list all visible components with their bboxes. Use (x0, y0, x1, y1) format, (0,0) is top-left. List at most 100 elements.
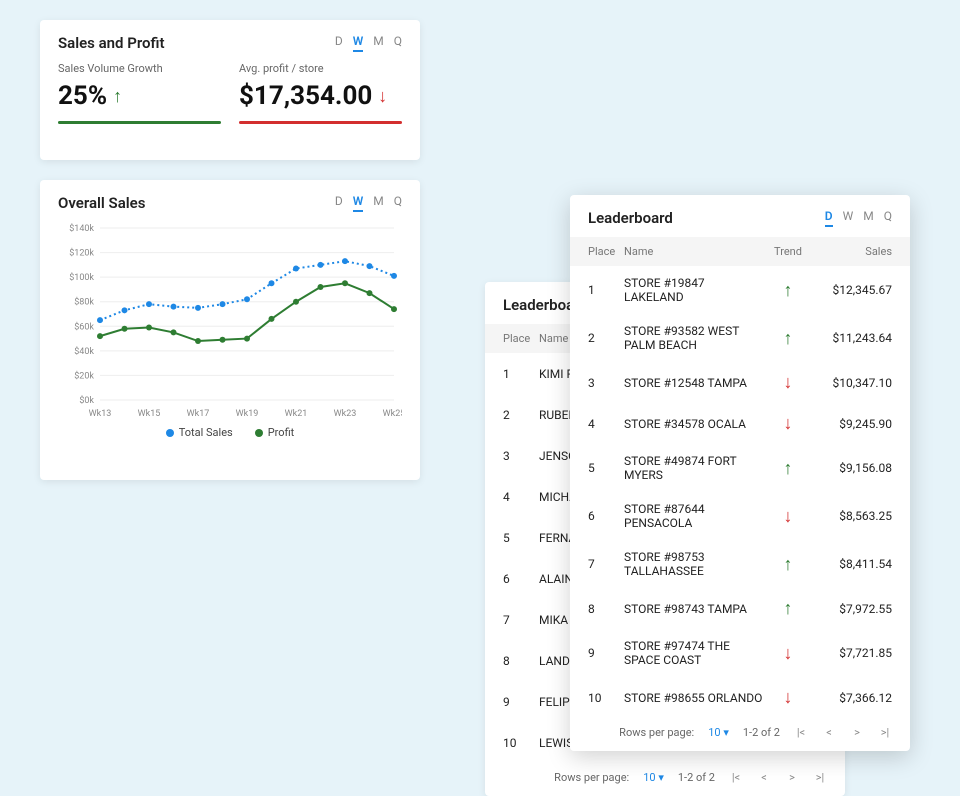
page-prev-icon[interactable]: < (822, 726, 836, 739)
kpi-label: Avg. profit / store (239, 62, 402, 75)
card-title: Leaderboard (588, 209, 673, 227)
cell-sales: $12,345.67 (812, 283, 892, 297)
period-m[interactable]: M (373, 194, 383, 212)
cell-sales: $11,243.64 (812, 331, 892, 345)
svg-text:$100k: $100k (69, 272, 94, 283)
rows-per-page-label: Rows per page: (619, 726, 694, 739)
trend-up-icon: ↑ (784, 328, 793, 349)
period-selector: D W M Q (825, 209, 892, 227)
cell-place: 9 (503, 695, 539, 709)
cell-trend: ↓ (764, 506, 812, 527)
rows-per-page-value[interactable]: 10 ▾ (643, 771, 664, 784)
cell-place: 10 (503, 736, 539, 750)
period-d[interactable]: D (335, 34, 343, 52)
table-row[interactable]: 1STORE #19847 LAKELAND ↑ $12,345.67 (570, 266, 910, 314)
period-q[interactable]: Q (394, 194, 402, 212)
chart-legend: Total Sales Profit (40, 426, 420, 449)
table-row[interactable]: 2STORE #93582 WEST PALM BEACH ↑ $11,243.64 (570, 314, 910, 362)
period-m[interactable]: M (373, 34, 383, 52)
cell-name: STORE #12548 TAMPA (624, 376, 764, 390)
period-selector: D W M Q (335, 194, 402, 212)
table-row[interactable]: 5STORE #49874 FORT MYERS↑$9,156.08 (570, 444, 910, 492)
svg-text:$80k: $80k (74, 297, 94, 308)
cell-trend: ↑ (764, 328, 812, 349)
cell-trend: ↓ (764, 687, 812, 708)
page-next-icon[interactable]: > (850, 726, 864, 739)
trend-down-icon: ↓ (784, 506, 793, 527)
trend-down-icon: ↓ (378, 86, 387, 107)
svg-text:$0k: $0k (79, 395, 94, 406)
cell-place: 9 (588, 646, 624, 660)
period-w[interactable]: W (353, 194, 364, 212)
cell-sales: $7,972.55 (812, 602, 892, 616)
cell-sales: $9,245.90 (812, 417, 892, 431)
cell-trend: ↑ (764, 280, 812, 301)
cell-trend: ↑ (764, 554, 812, 575)
svg-text:$60k: $60k (74, 321, 94, 332)
cell-sales: $8,411.54 (812, 557, 892, 571)
trend-up-icon: ↑ (784, 598, 793, 619)
svg-text:$40k: $40k (74, 346, 94, 357)
svg-text:$140k: $140k (69, 223, 94, 234)
svg-text:Wk19: Wk19 (236, 409, 259, 419)
period-w[interactable]: W (353, 34, 364, 52)
period-d[interactable]: D (335, 194, 343, 212)
svg-text:Wk15: Wk15 (138, 409, 161, 419)
period-d[interactable]: D (825, 209, 833, 227)
cell-place: 1 (588, 283, 624, 297)
page-first-icon[interactable]: |< (729, 771, 743, 784)
cell-name: STORE #34578 OCALA (624, 417, 764, 431)
cell-place: 6 (503, 572, 539, 586)
sales-profit-card: Sales and Profit D W M Q Sales Volume Gr… (40, 20, 420, 160)
cell-name: STORE #19847 LAKELAND (624, 276, 764, 304)
kpi-value: 25% (58, 81, 107, 111)
legend-item-total-sales: Total Sales (166, 426, 233, 439)
legend-dot-icon (255, 429, 263, 437)
table-header: Place Name Trend Sales (570, 237, 910, 266)
table-footer: Rows per page: 10 ▾ 1-2 of 2 |< < > >| (570, 718, 910, 751)
page-next-icon[interactable]: > (785, 771, 799, 784)
chart-plot: $140k$120k$100k$80k$60k$40k$20k$0kWk13Wk… (58, 222, 402, 422)
rows-per-page-label: Rows per page: (554, 771, 629, 784)
page-first-icon[interactable]: |< (794, 726, 808, 739)
cell-name: STORE #87644 PENSACOLA (624, 502, 764, 530)
cell-place: 2 (588, 331, 624, 345)
period-m[interactable]: M (863, 209, 873, 227)
period-selector: D W M Q (335, 34, 402, 52)
kpi-avg-profit: Avg. profit / store $17,354.00 ↓ (239, 62, 402, 124)
chevron-down-icon: ▾ (658, 771, 664, 784)
table-row[interactable]: 9STORE #97474 THE SPACE COAST↓$7,721.85 (570, 629, 910, 677)
kpi-sales-growth: Sales Volume Growth 25% ↑ (58, 62, 221, 124)
col-place: Place (503, 332, 539, 345)
table-row[interactable]: 10STORE #98655 ORLANDO↓$7,366.12 (570, 677, 910, 718)
period-q[interactable]: Q (884, 209, 892, 227)
trend-up-icon: ↑ (113, 86, 122, 107)
page-last-icon[interactable]: >| (878, 726, 892, 739)
cell-place: 3 (503, 449, 539, 463)
page-last-icon[interactable]: >| (813, 771, 827, 784)
table-row[interactable]: 3STORE #12548 TAMPA↓$10,347.10 (570, 362, 910, 403)
cell-place: 8 (503, 654, 539, 668)
period-q[interactable]: Q (394, 34, 402, 52)
trend-up-icon: ↑ (784, 280, 793, 301)
table-row[interactable]: 8STORE #98743 TAMPA↑$7,972.55 (570, 588, 910, 629)
table-row[interactable]: 7STORE #98753 TALLAHASSEE↑$8,411.54 (570, 540, 910, 588)
rows-per-page-value[interactable]: 10 ▾ (708, 726, 729, 739)
cell-place: 4 (588, 417, 624, 431)
cell-name: STORE #93582 WEST PALM BEACH (624, 324, 764, 352)
page-range: 1-2 of 2 (743, 726, 780, 739)
chevron-down-icon: ▾ (723, 726, 729, 739)
cell-trend: ↓ (764, 413, 812, 434)
card-title: Overall Sales (58, 194, 145, 212)
svg-text:Wk13: Wk13 (89, 409, 112, 419)
trend-down-icon: ↓ (784, 372, 793, 393)
overall-sales-card: Overall Sales D W M Q $140k$120k$100k$80… (40, 180, 420, 480)
page-prev-icon[interactable]: < (757, 771, 771, 784)
table-row[interactable]: 4STORE #34578 OCALA↓$9,245.90 (570, 403, 910, 444)
cell-trend: ↑ (764, 458, 812, 479)
card-title: Sales and Profit (58, 34, 165, 52)
table-row[interactable]: 6STORE #87644 PENSACOLA↓$8,563.25 (570, 492, 910, 540)
cell-name: STORE #98753 TALLAHASSEE (624, 550, 764, 578)
period-w[interactable]: W (843, 209, 854, 227)
cell-place: 1 (503, 367, 539, 381)
